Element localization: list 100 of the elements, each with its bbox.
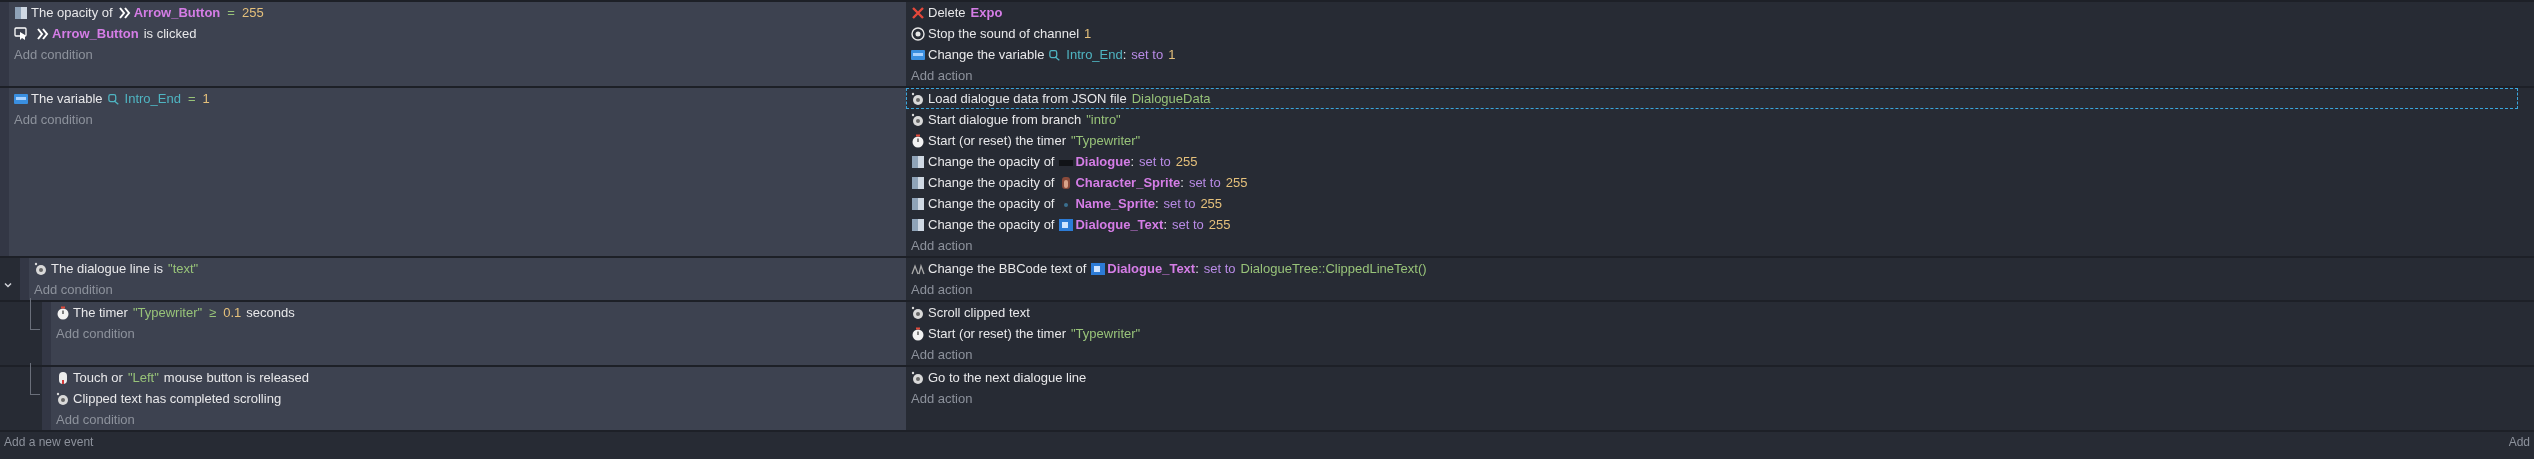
- stopwatch-icon: [56, 305, 70, 320]
- action-row[interactable]: Change the variable Intro_End: set to 1: [906, 44, 2518, 65]
- instruction-text: The dialogue line is: [51, 261, 164, 276]
- instruction-text: Start dialogue from branch: [928, 112, 1082, 127]
- string-value: DialogueData: [1131, 91, 1211, 106]
- add-action-link[interactable]: Add action: [906, 388, 2518, 409]
- action-row[interactable]: Change the opacity of Dialogue_Text: set to 255: [906, 214, 2518, 235]
- instruction-text: is clicked: [143, 26, 197, 41]
- number-value: 255: [1225, 175, 1248, 190]
- number-value: 1: [1168, 47, 1176, 62]
- event-drag-handle[interactable]: [20, 258, 29, 300]
- action-row[interactable]: Change the opacity of Name_Sprite: set to 255: [906, 193, 2518, 214]
- instruction-text: Change the opacity of: [928, 154, 1055, 169]
- action-row[interactable]: Change the BBCode text of Dialogue_Text: set to DialogueTree::ClippedLineText(): [906, 258, 2518, 279]
- set-to-keyword: set to: [1203, 261, 1236, 276]
- operator: =: [187, 91, 196, 106]
- opacity-icon: [911, 217, 925, 232]
- set-to-keyword: set to: [1163, 196, 1196, 211]
- action-row[interactable]: Delete Expo: [906, 2, 2518, 23]
- text-object-icon: [1059, 217, 1074, 232]
- double-chevron-icon: [117, 5, 132, 20]
- operator: =: [227, 5, 235, 20]
- variable-icon: [107, 92, 120, 105]
- instruction-text: Change the opacity of: [928, 196, 1055, 211]
- string-value: DialogueTree::ClippedLineText(): [1240, 261, 1427, 276]
- instruction-text: Clipped text has completed scrolling: [73, 391, 282, 406]
- set-to-keyword: set to: [1131, 47, 1164, 62]
- event-drag-handle[interactable]: [42, 367, 51, 430]
- instruction-text: Touch or: [73, 370, 123, 385]
- action-row[interactable]: Go to the next dialogue line: [906, 367, 2518, 388]
- action-row[interactable]: Start (or reset) the timer "Typewriter": [906, 323, 2518, 344]
- add-action-link[interactable]: Add action: [906, 344, 2518, 365]
- action-row[interactable]: Start dialogue from branch "intro": [906, 109, 2518, 130]
- instruction-text: Change the BBCode text of: [928, 261, 1087, 276]
- add-link[interactable]: Add: [2508, 434, 2530, 450]
- string-value: "Typewriter": [1071, 133, 1141, 148]
- number-value: 255: [1208, 217, 1231, 232]
- event-drag-handle[interactable]: [0, 2, 9, 86]
- instruction-text: Change the opacity of: [928, 217, 1055, 232]
- add-event-link[interactable]: Add a new event: [4, 434, 94, 450]
- condition-row[interactable]: The variable Intro_End = 1: [9, 88, 903, 109]
- tree-line: [30, 363, 40, 395]
- add-action-link[interactable]: Add action: [906, 279, 2518, 300]
- string-value: "intro": [1086, 112, 1121, 127]
- object-name: Arrow_Button: [133, 5, 221, 20]
- instruction-text: Start (or reset) the timer: [928, 133, 1066, 148]
- number-value: 1: [202, 91, 210, 106]
- condition-row[interactable]: Arrow_Button is clicked: [9, 23, 903, 44]
- variable-icon: [14, 91, 28, 106]
- event-drag-handle[interactable]: [0, 88, 9, 256]
- condition-row[interactable]: Touch or "Left" mouse button is released: [51, 367, 903, 388]
- opacity-icon: [911, 154, 925, 169]
- speaker-icon: [911, 26, 925, 41]
- set-to-keyword: set to: [1172, 217, 1204, 232]
- condition-row[interactable]: The opacity of Arrow_Button = 255: [9, 2, 903, 23]
- instruction-text: mouse button is released: [163, 370, 310, 385]
- tree-line: [30, 298, 40, 330]
- set-to-keyword: set to: [1188, 175, 1221, 190]
- extension-icon: [911, 112, 925, 127]
- colon: :: [1130, 154, 1134, 169]
- string-value: "Typewriter": [132, 305, 203, 320]
- instruction-text: Scroll clipped text: [928, 305, 1030, 320]
- action-row[interactable]: Load dialogue data from JSON file DialogueData: [906, 88, 2518, 109]
- number-value: 255: [1200, 196, 1223, 211]
- variable-name: Intro_End: [124, 91, 181, 106]
- add-action-link[interactable]: Add action: [906, 65, 2518, 86]
- number-value: 0.1: [223, 305, 242, 320]
- extension-icon: [34, 261, 48, 276]
- extension-icon: [911, 91, 925, 106]
- condition-row[interactable]: The timer "Typewriter" ≥ 0.1 seconds: [51, 302, 903, 323]
- object-thumbnail: [1064, 203, 1069, 207]
- instruction-text: Stop the sound of channel: [928, 26, 1080, 41]
- instruction-text: The timer: [73, 305, 128, 320]
- add-action-link[interactable]: Add action: [906, 235, 2518, 256]
- number-value: 1: [1084, 26, 1092, 41]
- condition-row[interactable]: Clipped text has completed scrolling: [51, 388, 903, 409]
- extension-icon: [911, 370, 925, 385]
- object-name: Expo: [970, 5, 1003, 20]
- stopwatch-icon: [911, 326, 925, 341]
- instruction-text: Load dialogue data from JSON file: [928, 91, 1127, 106]
- action-row[interactable]: Scroll clipped text: [906, 302, 2518, 323]
- chevron-icon[interactable]: [3, 280, 13, 290]
- string-value: "Left": [127, 370, 159, 385]
- action-row[interactable]: Start (or reset) the timer "Typewriter": [906, 130, 2518, 151]
- close-icon: [911, 5, 925, 20]
- mouse-icon: [56, 370, 70, 385]
- instruction-text: Change the variable: [928, 47, 1045, 62]
- opacity-icon: [911, 196, 925, 211]
- action-row[interactable]: Change the opacity of Character_Sprite: set to 255: [906, 172, 2518, 193]
- number-value: 255: [1175, 154, 1198, 169]
- variable-name: Intro_End: [1066, 47, 1123, 62]
- colon: :: [1122, 47, 1127, 62]
- extension-icon: [56, 391, 70, 406]
- action-row[interactable]: Stop the sound of channel 1: [906, 23, 2518, 44]
- variable-icon: [911, 47, 925, 62]
- number-value: 255: [241, 5, 264, 20]
- condition-row[interactable]: The dialogue line is "text": [29, 258, 903, 279]
- opacity-icon: [14, 5, 28, 20]
- event-drag-handle[interactable]: [42, 302, 51, 365]
- action-row[interactable]: Change the opacity of Dialogue: set to 255: [906, 151, 2518, 172]
